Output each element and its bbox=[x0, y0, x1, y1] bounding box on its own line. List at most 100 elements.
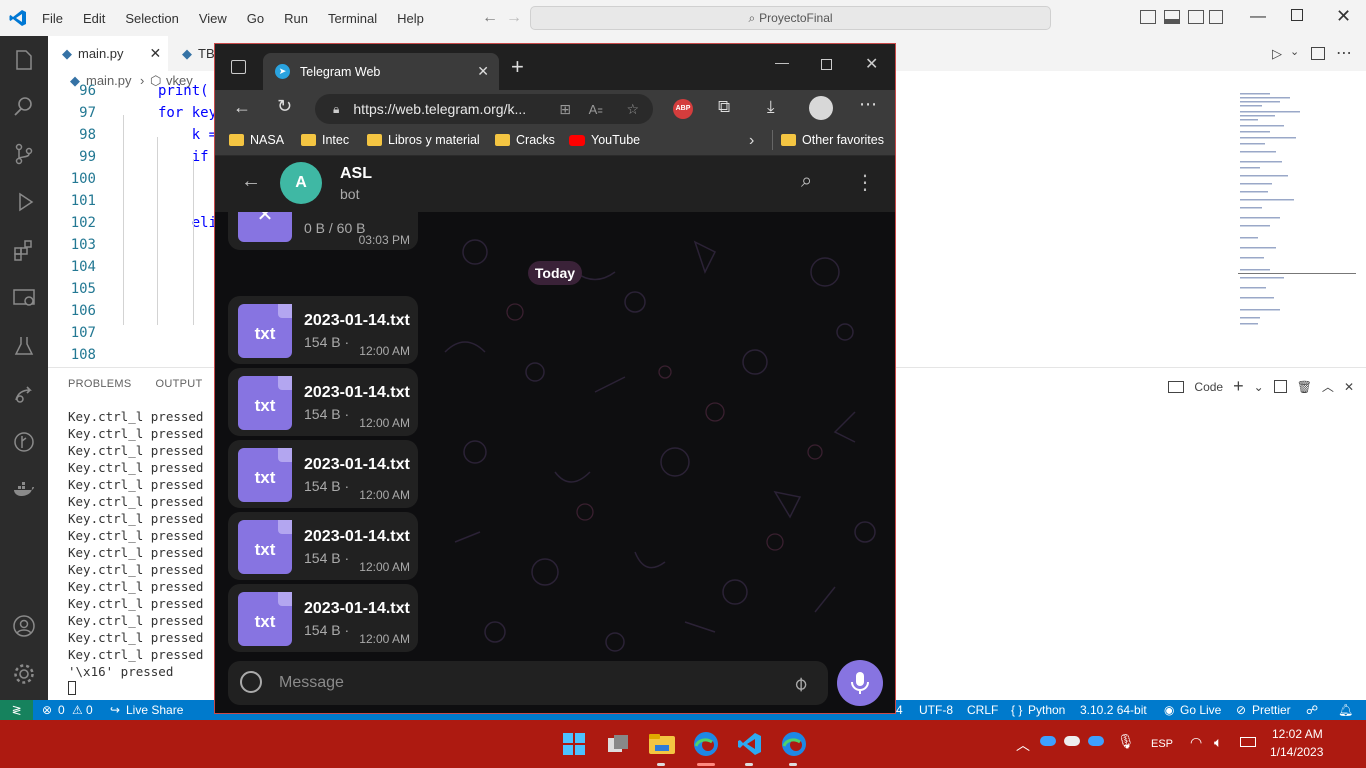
accounts-icon[interactable] bbox=[12, 614, 36, 638]
edge-browser-icon[interactable] bbox=[777, 728, 811, 760]
restore-icon[interactable] bbox=[1291, 9, 1303, 21]
minimize-icon[interactable]: — bbox=[1250, 8, 1266, 26]
menu-edit[interactable]: Edit bbox=[73, 11, 115, 26]
vscode-taskbar-icon[interactable] bbox=[733, 728, 767, 760]
terminal-profile-label[interactable]: Code bbox=[1194, 380, 1223, 394]
profile-avatar[interactable] bbox=[809, 96, 833, 120]
txt-file-icon[interactable]: txt bbox=[238, 520, 292, 574]
txt-file-icon[interactable]: txt bbox=[238, 304, 292, 358]
go-live-button[interactable]: Go Live bbox=[1180, 703, 1221, 717]
more-menu-icon[interactable]: ⋯ bbox=[859, 94, 877, 115]
adblock-extension-icon[interactable]: ABP bbox=[673, 99, 693, 119]
source-control-icon[interactable] bbox=[12, 142, 36, 166]
back-arrow-icon[interactable]: ← bbox=[233, 97, 251, 118]
menu-file[interactable]: File bbox=[32, 11, 73, 26]
back-arrow-icon[interactable]: ← bbox=[482, 9, 498, 27]
wifi-icon[interactable]: ◠ bbox=[1190, 734, 1202, 751]
onedrive-cloud-icon[interactable] bbox=[1064, 736, 1080, 746]
docker-icon[interactable] bbox=[12, 478, 36, 502]
terminal-output[interactable]: Key.ctrl_l pressed Key.ctrl_l pressed Key.… bbox=[68, 408, 203, 680]
encoding-button[interactable]: UTF-8 bbox=[919, 703, 953, 717]
bookmark-cracks[interactable]: Cracks bbox=[495, 133, 555, 147]
extensions-puzzle-icon[interactable]: ⧉ bbox=[718, 97, 730, 117]
close-panel-icon[interactable]: ✕ bbox=[1344, 380, 1354, 394]
interpreter-button[interactable]: 3.10.2 64-bit bbox=[1080, 703, 1147, 717]
onedrive-cloud-icon[interactable] bbox=[1088, 736, 1104, 746]
notifications-bell-icon[interactable]: 🔔︎ bbox=[1338, 703, 1353, 717]
extensions-icon[interactable] bbox=[12, 238, 36, 262]
bookmark-libros[interactable]: Libros y material bbox=[367, 133, 480, 147]
chevron-down-icon[interactable]: ⌄ bbox=[1254, 380, 1264, 394]
record-voice-button[interactable] bbox=[837, 660, 883, 706]
add-favorite-star-icon[interactable]: ☆ bbox=[626, 101, 639, 118]
eol-button[interactable]: CRLF bbox=[967, 703, 998, 717]
read-aloud-icon[interactable]: A꞊ bbox=[589, 102, 603, 117]
more-vertical-icon[interactable]: ⋮ bbox=[855, 170, 875, 195]
menu-go[interactable]: Go bbox=[237, 11, 274, 26]
indentation-value[interactable]: 4 bbox=[896, 703, 903, 717]
microphone-icon[interactable]: 🎙︎ bbox=[1117, 733, 1135, 750]
menu-run[interactable]: Run bbox=[274, 11, 318, 26]
new-terminal-icon[interactable]: + bbox=[1233, 376, 1244, 397]
prettier-button[interactable]: Prettier bbox=[1252, 703, 1291, 717]
emoji-icon[interactable] bbox=[240, 671, 262, 693]
chevron-right-icon[interactable]: › bbox=[749, 132, 754, 150]
tab-close-icon[interactable]: ✕ bbox=[150, 45, 162, 62]
git-graph-icon[interactable] bbox=[12, 430, 36, 454]
split-editor-icon[interactable] bbox=[1311, 47, 1325, 60]
maximize-icon[interactable] bbox=[821, 59, 832, 70]
close-icon[interactable]: ✕ bbox=[1336, 6, 1351, 27]
error-count[interactable]: 0 bbox=[58, 703, 65, 717]
live-share-icon[interactable] bbox=[12, 382, 36, 406]
remote-indicator[interactable]: ≷ bbox=[0, 700, 33, 720]
file-message[interactable]: txt 2023-01-14.txt 154 B · 12:00 AM bbox=[228, 368, 418, 436]
menu-help[interactable]: Help bbox=[387, 11, 434, 26]
close-icon[interactable]: ✕ bbox=[865, 54, 878, 74]
language-mode-button[interactable]: Python bbox=[1028, 703, 1065, 717]
toggle-panel-icon[interactable] bbox=[1164, 10, 1180, 24]
tab-actions-icon[interactable] bbox=[231, 60, 246, 74]
txt-file-icon[interactable]: txt bbox=[238, 448, 292, 502]
explorer-icon[interactable] bbox=[12, 48, 36, 72]
message-input[interactable]: Message ⌀ bbox=[228, 661, 828, 705]
txt-file-icon[interactable]: txt bbox=[238, 376, 292, 430]
file-message[interactable]: txt 2023-01-14.txt 154 B · 12:00 AM bbox=[228, 584, 418, 652]
split-terminal-icon[interactable] bbox=[1273, 380, 1287, 393]
customize-layout-icon[interactable] bbox=[1209, 10, 1223, 24]
bookmark-youtube[interactable]: YouTube bbox=[569, 133, 640, 147]
app-available-icon[interactable]: ⊞ bbox=[559, 101, 571, 118]
bookmark-other-favorites[interactable]: Other favorites bbox=[781, 133, 884, 147]
tab-problems[interactable]: PROBLEMS bbox=[68, 378, 132, 390]
browser-tab-telegram[interactable]: ➤ Telegram Web ✕ bbox=[263, 53, 499, 90]
search-icon[interactable] bbox=[12, 94, 36, 118]
file-explorer-icon[interactable] bbox=[645, 728, 679, 760]
chat-title[interactable]: ASL bbox=[340, 165, 372, 183]
clock-time[interactable]: 12:02 AM bbox=[1272, 727, 1323, 741]
telegram-message-list[interactable]: ✕ 0 B / 60 B 03:03 PM Today txt 2023-01-… bbox=[215, 212, 895, 656]
menu-view[interactable]: View bbox=[189, 11, 237, 26]
show-hidden-icons-chevron-icon[interactable]: ︿ bbox=[1016, 735, 1030, 755]
edge-browser-icon[interactable] bbox=[689, 728, 723, 760]
run-file-icon[interactable]: ▷ bbox=[1272, 46, 1282, 62]
windows-start-icon[interactable] bbox=[557, 728, 591, 760]
volume-icon[interactable]: 🔈︎ bbox=[1214, 734, 1222, 751]
warning-count[interactable]: 0 bbox=[86, 703, 93, 717]
txt-file-icon[interactable]: txt bbox=[238, 592, 292, 646]
partial-message-bubble[interactable]: ✕ 0 B / 60 B 03:03 PM bbox=[228, 212, 418, 250]
cancel-download-icon[interactable]: ✕ bbox=[238, 212, 292, 242]
file-message[interactable]: txt 2023-01-14.txt 154 B · 12:00 AM bbox=[228, 512, 418, 580]
attach-paperclip-icon[interactable]: ⌀ bbox=[787, 670, 813, 696]
avatar[interactable]: A bbox=[280, 162, 322, 204]
battery-icon[interactable] bbox=[1240, 737, 1256, 747]
remote-explorer-icon[interactable] bbox=[12, 286, 36, 310]
menu-selection[interactable]: Selection bbox=[115, 11, 188, 26]
tab-main-py[interactable]: ◆ main.py ✕ bbox=[48, 36, 168, 71]
feedback-icon[interactable]: ☍ bbox=[1306, 703, 1318, 717]
new-tab-plus-icon[interactable]: + bbox=[511, 54, 524, 80]
file-message[interactable]: txt 2023-01-14.txt 154 B · 12:00 AM bbox=[228, 440, 418, 508]
tab-output[interactable]: OUTPUT bbox=[156, 378, 203, 390]
toggle-sidebar-icon[interactable] bbox=[1140, 10, 1156, 24]
back-arrow-icon[interactable]: ← bbox=[241, 170, 261, 193]
live-share-button[interactable]: Live Share bbox=[126, 703, 183, 717]
tab-close-icon[interactable]: ✕ bbox=[477, 63, 489, 80]
